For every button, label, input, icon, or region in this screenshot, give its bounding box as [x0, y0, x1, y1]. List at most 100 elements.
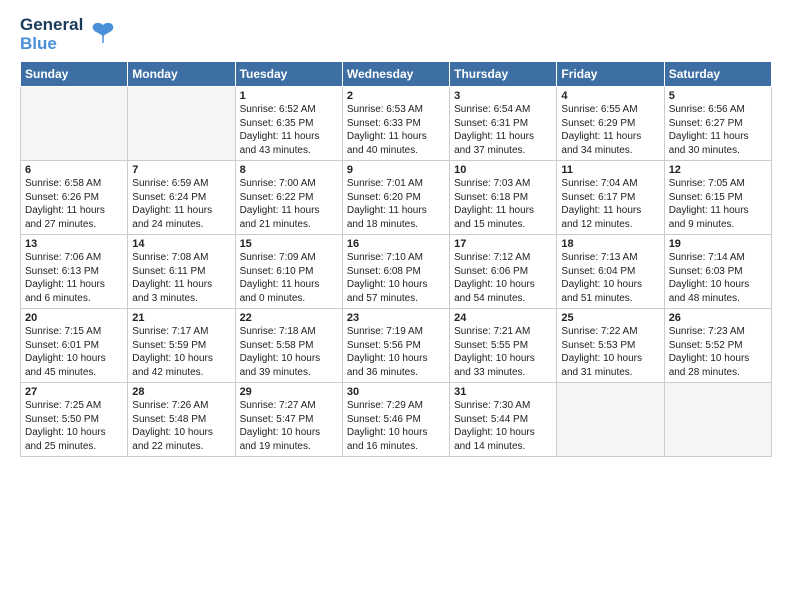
day-info: Sunrise: 6:55 AM Sunset: 6:29 PM Dayligh… — [561, 103, 659, 157]
day-number: 24 — [454, 312, 552, 324]
day-info: Sunrise: 7:03 AM Sunset: 6:18 PM Dayligh… — [454, 177, 552, 231]
day-number: 14 — [132, 238, 230, 250]
weekday-header-wednesday: Wednesday — [342, 62, 449, 87]
week-row-2: 6Sunrise: 6:58 AM Sunset: 6:26 PM Daylig… — [21, 161, 772, 235]
day-info: Sunrise: 7:23 AM Sunset: 5:52 PM Dayligh… — [669, 325, 767, 379]
week-row-1: 1Sunrise: 6:52 AM Sunset: 6:35 PM Daylig… — [21, 87, 772, 161]
day-number: 25 — [561, 312, 659, 324]
day-info: Sunrise: 7:26 AM Sunset: 5:48 PM Dayligh… — [132, 399, 230, 453]
weekday-header-saturday: Saturday — [664, 62, 771, 87]
day-info: Sunrise: 7:13 AM Sunset: 6:04 PM Dayligh… — [561, 251, 659, 305]
week-row-3: 13Sunrise: 7:06 AM Sunset: 6:13 PM Dayli… — [21, 235, 772, 309]
day-info: Sunrise: 7:10 AM Sunset: 6:08 PM Dayligh… — [347, 251, 445, 305]
day-number: 15 — [240, 238, 338, 250]
day-cell: 19Sunrise: 7:14 AM Sunset: 6:03 PM Dayli… — [664, 235, 771, 309]
day-number: 18 — [561, 238, 659, 250]
day-cell: 16Sunrise: 7:10 AM Sunset: 6:08 PM Dayli… — [342, 235, 449, 309]
day-number: 30 — [347, 386, 445, 398]
weekday-header-monday: Monday — [128, 62, 235, 87]
day-number: 26 — [669, 312, 767, 324]
week-row-4: 20Sunrise: 7:15 AM Sunset: 6:01 PM Dayli… — [21, 309, 772, 383]
day-number: 11 — [561, 164, 659, 176]
day-info: Sunrise: 7:22 AM Sunset: 5:53 PM Dayligh… — [561, 325, 659, 379]
day-cell: 28Sunrise: 7:26 AM Sunset: 5:48 PM Dayli… — [128, 383, 235, 457]
day-cell: 2Sunrise: 6:53 AM Sunset: 6:33 PM Daylig… — [342, 87, 449, 161]
day-cell — [557, 383, 664, 457]
day-number: 20 — [25, 312, 123, 324]
day-info: Sunrise: 6:52 AM Sunset: 6:35 PM Dayligh… — [240, 103, 338, 157]
week-row-5: 27Sunrise: 7:25 AM Sunset: 5:50 PM Dayli… — [21, 383, 772, 457]
day-cell: 23Sunrise: 7:19 AM Sunset: 5:56 PM Dayli… — [342, 309, 449, 383]
weekday-header-row: SundayMondayTuesdayWednesdayThursdayFrid… — [21, 62, 772, 87]
logo-bird-icon — [89, 19, 117, 52]
logo: General Blue — [20, 16, 117, 53]
day-number: 22 — [240, 312, 338, 324]
weekday-header-tuesday: Tuesday — [235, 62, 342, 87]
day-number: 3 — [454, 90, 552, 102]
day-number: 23 — [347, 312, 445, 324]
day-number: 7 — [132, 164, 230, 176]
weekday-header-friday: Friday — [557, 62, 664, 87]
day-cell: 14Sunrise: 7:08 AM Sunset: 6:11 PM Dayli… — [128, 235, 235, 309]
day-cell: 9Sunrise: 7:01 AM Sunset: 6:20 PM Daylig… — [342, 161, 449, 235]
weekday-header-sunday: Sunday — [21, 62, 128, 87]
day-cell: 17Sunrise: 7:12 AM Sunset: 6:06 PM Dayli… — [450, 235, 557, 309]
day-info: Sunrise: 6:53 AM Sunset: 6:33 PM Dayligh… — [347, 103, 445, 157]
day-cell: 12Sunrise: 7:05 AM Sunset: 6:15 PM Dayli… — [664, 161, 771, 235]
day-info: Sunrise: 7:08 AM Sunset: 6:11 PM Dayligh… — [132, 251, 230, 305]
day-number: 10 — [454, 164, 552, 176]
day-info: Sunrise: 6:59 AM Sunset: 6:24 PM Dayligh… — [132, 177, 230, 231]
day-number: 5 — [669, 90, 767, 102]
logo-blue: Blue — [20, 35, 83, 54]
day-cell: 24Sunrise: 7:21 AM Sunset: 5:55 PM Dayli… — [450, 309, 557, 383]
day-number: 31 — [454, 386, 552, 398]
day-cell: 1Sunrise: 6:52 AM Sunset: 6:35 PM Daylig… — [235, 87, 342, 161]
day-info: Sunrise: 7:21 AM Sunset: 5:55 PM Dayligh… — [454, 325, 552, 379]
day-cell: 31Sunrise: 7:30 AM Sunset: 5:44 PM Dayli… — [450, 383, 557, 457]
day-number: 6 — [25, 164, 123, 176]
day-number: 21 — [132, 312, 230, 324]
day-cell: 11Sunrise: 7:04 AM Sunset: 6:17 PM Dayli… — [557, 161, 664, 235]
page-header: General Blue — [20, 16, 772, 53]
day-cell — [21, 87, 128, 161]
day-cell — [664, 383, 771, 457]
day-number: 12 — [669, 164, 767, 176]
day-cell: 8Sunrise: 7:00 AM Sunset: 6:22 PM Daylig… — [235, 161, 342, 235]
weekday-header-thursday: Thursday — [450, 62, 557, 87]
day-info: Sunrise: 7:19 AM Sunset: 5:56 PM Dayligh… — [347, 325, 445, 379]
day-cell: 6Sunrise: 6:58 AM Sunset: 6:26 PM Daylig… — [21, 161, 128, 235]
day-cell: 7Sunrise: 6:59 AM Sunset: 6:24 PM Daylig… — [128, 161, 235, 235]
day-number: 1 — [240, 90, 338, 102]
day-info: Sunrise: 7:06 AM Sunset: 6:13 PM Dayligh… — [25, 251, 123, 305]
day-info: Sunrise: 7:00 AM Sunset: 6:22 PM Dayligh… — [240, 177, 338, 231]
day-cell: 18Sunrise: 7:13 AM Sunset: 6:04 PM Dayli… — [557, 235, 664, 309]
day-number: 4 — [561, 90, 659, 102]
day-cell — [128, 87, 235, 161]
day-cell: 20Sunrise: 7:15 AM Sunset: 6:01 PM Dayli… — [21, 309, 128, 383]
day-cell: 25Sunrise: 7:22 AM Sunset: 5:53 PM Dayli… — [557, 309, 664, 383]
day-cell: 29Sunrise: 7:27 AM Sunset: 5:47 PM Dayli… — [235, 383, 342, 457]
day-number: 16 — [347, 238, 445, 250]
day-cell: 22Sunrise: 7:18 AM Sunset: 5:58 PM Dayli… — [235, 309, 342, 383]
day-number: 27 — [25, 386, 123, 398]
day-number: 17 — [454, 238, 552, 250]
day-cell: 27Sunrise: 7:25 AM Sunset: 5:50 PM Dayli… — [21, 383, 128, 457]
calendar-table: SundayMondayTuesdayWednesdayThursdayFrid… — [20, 61, 772, 457]
day-info: Sunrise: 7:01 AM Sunset: 6:20 PM Dayligh… — [347, 177, 445, 231]
day-info: Sunrise: 7:17 AM Sunset: 5:59 PM Dayligh… — [132, 325, 230, 379]
day-cell: 30Sunrise: 7:29 AM Sunset: 5:46 PM Dayli… — [342, 383, 449, 457]
day-number: 28 — [132, 386, 230, 398]
day-info: Sunrise: 6:58 AM Sunset: 6:26 PM Dayligh… — [25, 177, 123, 231]
day-info: Sunrise: 6:54 AM Sunset: 6:31 PM Dayligh… — [454, 103, 552, 157]
day-info: Sunrise: 7:15 AM Sunset: 6:01 PM Dayligh… — [25, 325, 123, 379]
logo-general: General — [20, 16, 83, 35]
day-info: Sunrise: 7:04 AM Sunset: 6:17 PM Dayligh… — [561, 177, 659, 231]
day-number: 9 — [347, 164, 445, 176]
day-info: Sunrise: 7:12 AM Sunset: 6:06 PM Dayligh… — [454, 251, 552, 305]
day-number: 29 — [240, 386, 338, 398]
day-info: Sunrise: 7:29 AM Sunset: 5:46 PM Dayligh… — [347, 399, 445, 453]
day-info: Sunrise: 7:25 AM Sunset: 5:50 PM Dayligh… — [25, 399, 123, 453]
day-number: 13 — [25, 238, 123, 250]
day-cell: 3Sunrise: 6:54 AM Sunset: 6:31 PM Daylig… — [450, 87, 557, 161]
day-info: Sunrise: 6:56 AM Sunset: 6:27 PM Dayligh… — [669, 103, 767, 157]
